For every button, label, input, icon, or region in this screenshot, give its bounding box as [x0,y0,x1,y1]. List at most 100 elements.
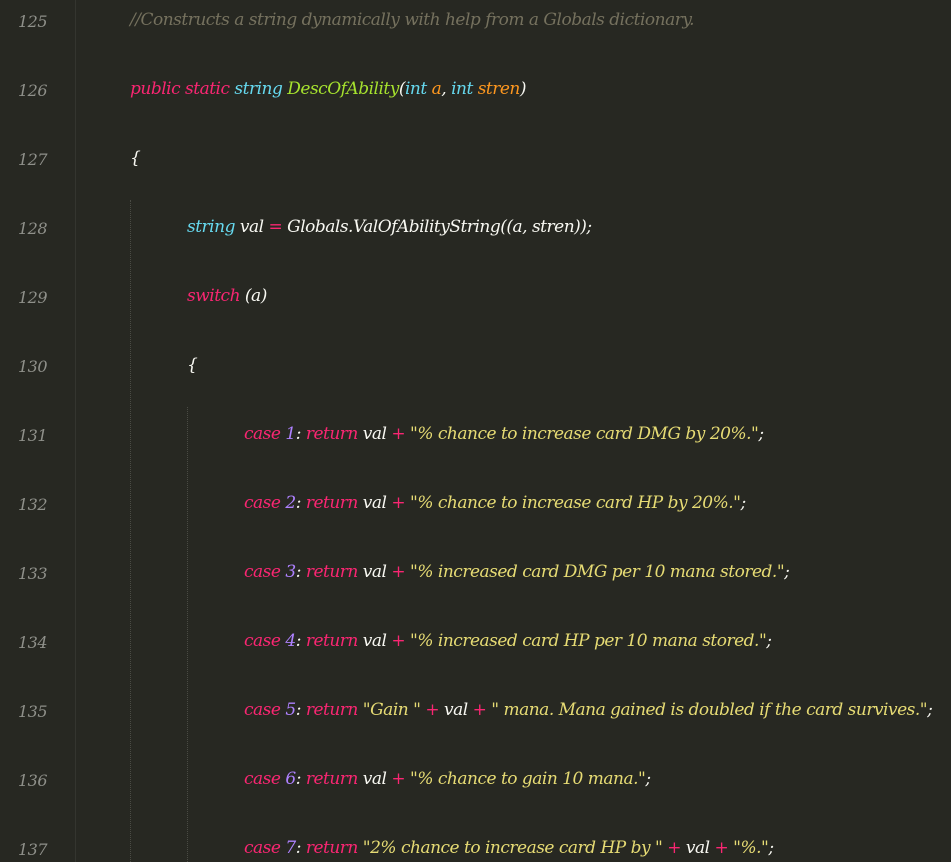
line-number: 129 [18,288,48,307]
code-token: "% increased card DMG per 10 mana stored… [410,562,785,582]
line-code[interactable]: case 7: return "2% chance to increase ca… [244,838,774,858]
code-token: ; [758,424,764,444]
code-line[interactable]: 126 public static string DescOfAbility(in… [0,77,951,105]
line-code[interactable]: case 5: return "Gain " + val + " mana. M… [244,700,933,720]
code-token: case [244,838,286,858]
code-token: "% chance to increase card DMG by 20%." [410,424,759,444]
line-number: 133 [18,564,48,583]
line-code[interactable]: case 4: return val + "% increased card H… [244,631,772,651]
code-token: + [391,424,411,444]
code-line[interactable]: 129 switch (a) [0,284,951,312]
line-number: 134 [18,633,48,652]
code-line[interactable]: 136 case 6: return val + "% chance to gai… [0,767,951,795]
code-token: ; [927,700,933,720]
code-token: "% chance to gain 10 mana." [410,769,646,789]
line-number: 126 [18,81,48,100]
code-token: val [362,631,392,651]
code-token: string [234,79,288,99]
code-token: : [295,562,306,582]
code-token: 6 [285,769,296,789]
code-token: return [305,562,363,582]
code-token: return [305,838,363,858]
code-line[interactable]: 128 string val = Globals.ValOfAbilityStri… [0,215,951,243]
code-token: return [305,769,363,789]
code-line[interactable]: 135 case 5: return "Gain " + val + " mana… [0,698,951,726]
line-code[interactable]: switch (a) [187,286,267,306]
line-code[interactable]: { [130,148,141,168]
code-token: return [305,700,363,720]
code-line[interactable]: 125 //Constructs a string dynamically wit… [0,8,951,36]
code-token: : [295,631,306,651]
code-token: ) [519,79,527,99]
line-number: 128 [18,219,48,238]
code-token: "% increased card HP per 10 mana stored.… [410,631,767,651]
code-token: case [244,493,286,513]
code-token: + [391,631,411,651]
code-token: val [362,493,392,513]
code-token: return [305,424,363,444]
line-number: 125 [18,12,48,31]
code-token: + [472,700,492,720]
code-token: { [187,355,198,375]
code-token: a [431,79,442,99]
code-token: "2% chance to increase card HP by " [362,838,668,858]
line-number: 130 [18,357,48,376]
code-token: case [244,700,286,720]
line-number: 136 [18,771,48,790]
code-token: : [295,424,306,444]
line-code[interactable]: case 6: return val + "% chance to gain 1… [244,769,651,789]
line-number: 131 [18,426,48,445]
line-code[interactable]: string val = Globals.ValOfAbilityString(… [187,217,592,237]
code-token: val [362,424,392,444]
code-token: = [268,217,288,237]
code-line[interactable]: 133 case 3: return val + "% increased car… [0,560,951,588]
line-number: 132 [18,495,48,514]
code-line[interactable]: 131 case 1: return val + "% chance to inc… [0,422,951,450]
code-line[interactable]: 130 { [0,353,951,381]
code-line[interactable]: 132 case 2: return val + "% chance to inc… [0,491,951,519]
line-code[interactable]: public static string DescOfAbility(int a… [130,79,527,99]
code-token: : [295,700,306,720]
code-token: val [444,700,473,720]
line-code[interactable]: case 1: return val + "% chance to increa… [244,424,764,444]
code-token: "% chance to increase card HP by 20%." [410,493,741,513]
code-token: int [404,79,432,99]
code-token: int [451,79,478,99]
code-token: val [239,217,269,237]
code-token: , [441,79,452,99]
code-token: + [667,838,686,858]
line-code[interactable]: case 2: return val + "% chance to increa… [244,493,746,513]
code-token: //Constructs a string dynamically with h… [130,10,695,30]
code-line[interactable]: 137 case 7: return "2% chance to increase… [0,836,951,862]
code-token: 2 [285,493,296,513]
line-code[interactable]: case 3: return val + "% increased card D… [244,562,790,582]
code-token: DescOfAbility [287,79,399,99]
code-token: "Gain " [362,700,426,720]
code-token: ; [645,769,651,789]
code-token: case [244,769,286,789]
code-token: (a) [244,286,267,306]
code-token: ; [740,493,746,513]
code-token: + [391,493,411,513]
line-number: 127 [18,150,48,169]
code-token: string [187,217,240,237]
code-token: + [391,562,411,582]
code-token: public static [130,79,235,99]
code-token: 3 [285,562,296,582]
code-token: + [425,700,444,720]
code-token: : [295,769,306,789]
code-token: val [362,769,392,789]
code-editor[interactable]: 125 //Constructs a string dynamically wit… [0,0,951,862]
line-code[interactable]: { [187,355,198,375]
code-token: return [305,493,363,513]
code-token: "%." [733,838,769,858]
code-token: switch [187,286,245,306]
code-token: case [244,562,286,582]
code-token: ; [784,562,790,582]
code-token: 1 [285,424,296,444]
code-token: stren [477,79,521,99]
code-line[interactable]: 127 { [0,146,951,174]
code-line[interactable]: 134 case 4: return val + "% increased car… [0,629,951,657]
code-token: { [130,148,141,168]
line-code[interactable]: //Constructs a string dynamically with h… [130,10,695,30]
